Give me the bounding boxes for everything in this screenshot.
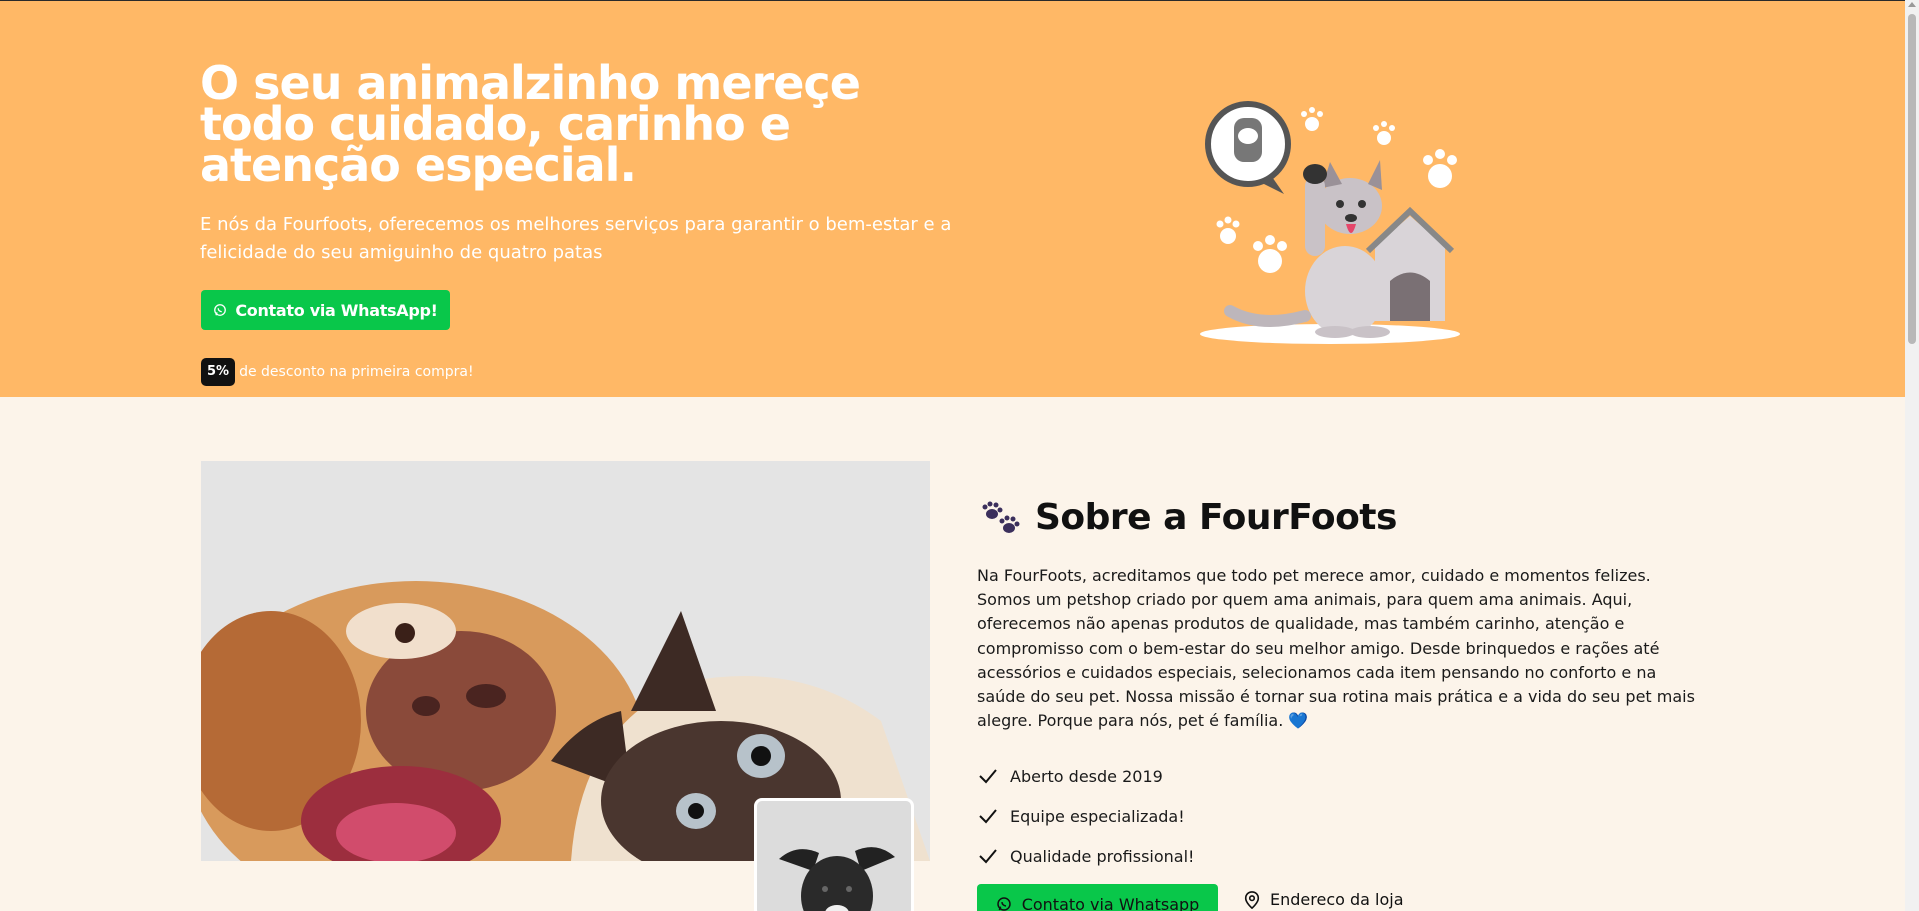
feature-label: Aberto desde 2019 <box>1010 766 1163 786</box>
store-address-label: Endereco da loja <box>1270 890 1404 909</box>
about-paragraph: Na FourFoots, acreditamos que todo pet m… <box>977 566 1695 731</box>
check-icon <box>979 809 997 824</box>
promo-text: de desconto na primeira compra! <box>239 364 474 380</box>
map-pin-icon <box>1244 890 1260 909</box>
about-heading: Sobre a FourFoots <box>981 497 1397 538</box>
feature-label: Qualidade profissional! <box>1010 846 1195 866</box>
check-icon <box>979 849 997 864</box>
promo-banner: 5% de desconto na primeira compra! <box>201 358 474 386</box>
feature-checklist: Aberto desde 2019 Equipe especializada! … <box>978 756 1194 876</box>
whatsapp-contact-button[interactable]: Contato via WhatsApp! <box>201 290 450 330</box>
feature-label: Equipe especializada! <box>1010 806 1185 826</box>
hero-title: O seu animalzinho mereçe todo cuidado, c… <box>200 56 861 192</box>
whatsapp-icon <box>214 304 227 316</box>
feature-item: Equipe especializada! <box>978 796 1194 836</box>
dog-illustration <box>1200 101 1460 344</box>
whatsapp-button-label: Contato via Whatsapp <box>1021 894 1200 911</box>
about-title: Sobre a FourFoots <box>1035 497 1397 538</box>
scrollbar-thumb[interactable] <box>1908 14 1916 344</box>
hero-section: O seu animalzinho mereçe todo cuidado, c… <box>0 0 1905 397</box>
page-scrollbar[interactable] <box>1905 0 1919 911</box>
scroll-up-arrow-icon[interactable] <box>1908 2 1916 7</box>
check-icon <box>979 769 997 784</box>
feature-item: Qualidade profissional! <box>978 836 1194 876</box>
whatsapp-icon <box>996 897 1011 911</box>
feature-item: Aberto desde 2019 <box>978 756 1194 796</box>
paw-prints-icon <box>982 501 1020 533</box>
dog-thumbnail-photo <box>754 798 914 911</box>
whatsapp-contact-label: Contato via WhatsApp! <box>235 300 438 320</box>
hero-subtitle: E nós da Fourfoots, oferecemos os melhor… <box>200 214 952 263</box>
whatsapp-button[interactable]: Contato via Whatsapp <box>977 884 1218 911</box>
store-address-link[interactable]: Endereco da loja <box>1244 890 1404 909</box>
promo-badge: 5% <box>201 358 236 386</box>
